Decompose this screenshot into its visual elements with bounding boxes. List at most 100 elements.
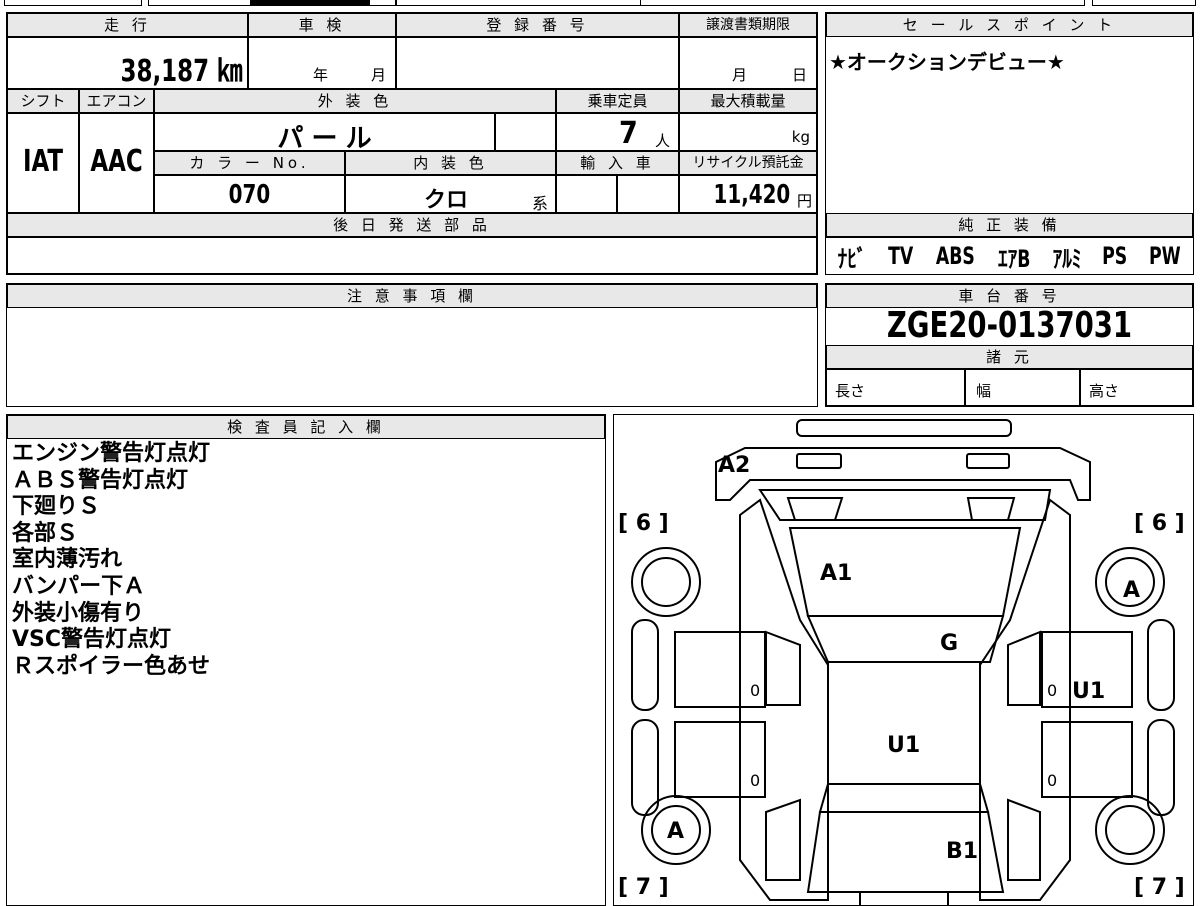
- caution-label: 注 意 事 項 欄: [7, 284, 817, 308]
- recycle-value: 11,420: [713, 180, 790, 210]
- count-front-left: [ 6 ]: [618, 511, 669, 536]
- later-parts-cell: [7, 237, 817, 274]
- mileage-label: 走 行: [7, 13, 248, 37]
- shaken-year-unit: 年: [313, 66, 329, 84]
- recycle-unit: 円: [796, 192, 812, 210]
- hood-outline: [757, 488, 1051, 521]
- note-line: Ｒスポイラー色あせ: [12, 653, 211, 679]
- shift-value: IAT: [23, 144, 63, 179]
- mark-a-tire-front-right: A: [1123, 578, 1140, 603]
- transfer-day-unit: 日: [792, 66, 808, 84]
- equip-navi: ﾅﾋﾞ: [837, 244, 867, 273]
- headlight-right: [965, 452, 1010, 469]
- color-no-value-cell: 070: [154, 175, 345, 213]
- mark-zero: 0: [1047, 681, 1057, 700]
- exterior-color-value-cell: パ ー ル: [154, 113, 495, 151]
- later-parts-label: 後 日 発 送 部 品: [7, 213, 817, 237]
- mark-b1: B1: [946, 839, 978, 864]
- right-rocker-rear: [1146, 718, 1175, 816]
- headlight-left: [795, 452, 842, 469]
- car-diagram: A2 A1 G U1 U1 B1 A A 0 0 0 0 [ 6 ] [ 6 ]…: [618, 418, 1185, 906]
- height-cell: 高さ: [1080, 369, 1193, 406]
- shift-value-cell: IAT: [7, 113, 79, 213]
- aircon-value: AAC: [90, 144, 143, 179]
- recycle-value-cell: 11,420 円: [679, 175, 817, 213]
- interior-color-value-cell: クロ 系: [345, 175, 556, 213]
- length-label: 長さ: [835, 382, 866, 400]
- height-label: 高さ: [1089, 382, 1120, 400]
- transfer-deadline-label: 譲渡書類期限: [679, 13, 817, 37]
- exterior-color-value: パ ー ル: [277, 124, 372, 151]
- note-line: ＡＢＳ警告灯点灯: [12, 467, 189, 493]
- import-label: 輸 入 車: [556, 151, 679, 175]
- interior-color-value: クロ: [424, 188, 469, 213]
- mark-u1-right: U1: [1072, 679, 1105, 704]
- rear-bumper-outline: [858, 890, 949, 906]
- wheel-rear-right-inner: [1104, 804, 1155, 855]
- shaken-label: 車 検: [248, 13, 396, 37]
- width-cell: 幅: [965, 369, 1080, 406]
- capacity-unit: 人: [655, 132, 671, 150]
- note-line: 外装小傷有り: [12, 600, 145, 626]
- wheel-front-left-inner: [640, 556, 691, 607]
- max-load-label: 最大積載量: [679, 89, 817, 113]
- equip-pw: PW: [1149, 242, 1181, 270]
- length-cell: 長さ: [826, 369, 965, 406]
- left-front-fender: [764, 630, 801, 706]
- top-strip: [0, 0, 1200, 6]
- aircon-label: エアコン: [79, 89, 154, 113]
- count-front-right: [ 6 ]: [1134, 511, 1185, 536]
- mark-a1: A1: [820, 561, 852, 586]
- right-front-fender: [1006, 630, 1041, 706]
- shaken-date-cell: 年 月: [248, 37, 396, 89]
- mark-u1-roof: U1: [887, 733, 920, 758]
- inspector-notes: エンジン警告灯点灯 ＡＢＳ警告灯点灯 下廻りＳ 各部Ｓ 室内薄汚れ バンパー下Ａ…: [12, 441, 592, 680]
- car-diagram-box: A2 A1 G U1 U1 B1 A A 0 0 0 0 [ 6 ] [ 6 ]…: [613, 414, 1194, 906]
- capacity-value: 7: [619, 116, 638, 151]
- mark-g: G: [940, 631, 958, 656]
- exterior-color-label: 外 装 色: [154, 89, 556, 113]
- recycle-label: リサイクル預託金: [679, 151, 817, 175]
- note-line: VSC警告灯点灯: [12, 627, 172, 653]
- roof-front-outline: [805, 614, 1004, 663]
- transfer-month-unit: 月: [732, 66, 748, 84]
- inspector-label: 検 査 員 記 入 欄: [7, 415, 605, 439]
- import-value-cell-a: [556, 175, 617, 213]
- sales-point-label: セ ー ル ス ポ イ ン ト: [826, 13, 1193, 37]
- color-no-label: カ ラ ー No.: [154, 151, 345, 175]
- right-rocker-front: [1146, 618, 1175, 711]
- equip-ps: PS: [1102, 242, 1128, 270]
- equip-abs: ABS: [935, 242, 975, 270]
- equip-alloy: ｱﾙﾐ: [1052, 244, 1082, 273]
- mileage-value: 38,187 ㎞: [120, 54, 243, 89]
- interior-color-label: 内 装 色: [345, 151, 556, 175]
- genuine-equipment-label: 純 正 装 備: [826, 213, 1193, 237]
- shaken-month-unit: 月: [371, 66, 387, 84]
- rear-window-outline: [818, 782, 989, 813]
- mark-zero: 0: [1047, 771, 1057, 790]
- equip-airbag: ｴｱB: [997, 244, 1031, 273]
- count-rear-right: [ 7 ]: [1134, 875, 1185, 900]
- left-rocker-front: [630, 618, 659, 711]
- max-load-value-cell: kg: [679, 113, 817, 151]
- left-rocker-rear: [630, 718, 659, 816]
- shift-label: シフト: [7, 89, 79, 113]
- sales-point-text: ★オークションデビュー★: [829, 50, 1065, 74]
- mark-zero: 0: [750, 771, 760, 790]
- grille-left: [786, 496, 843, 521]
- roof-outline: [826, 660, 981, 785]
- capacity-value-cell: 7 人: [556, 113, 679, 151]
- note-line: バンパー下Ａ: [12, 573, 146, 599]
- dimensions-label: 諸 元: [826, 345, 1193, 369]
- note-line: 下廻りＳ: [12, 494, 101, 520]
- equip-tv: TV: [887, 242, 913, 270]
- left-rear-fender: [764, 798, 801, 881]
- capacity-label: 乗車定員: [556, 89, 679, 113]
- registration-value-cell: [396, 37, 679, 89]
- width-label: 幅: [976, 382, 992, 400]
- max-load-unit: kg: [791, 128, 810, 146]
- interior-color-suffix: 系: [532, 194, 549, 213]
- aircon-value-cell: AAC: [79, 113, 154, 213]
- note-line: 各部Ｓ: [12, 520, 79, 546]
- color-no-value: 070: [228, 180, 271, 210]
